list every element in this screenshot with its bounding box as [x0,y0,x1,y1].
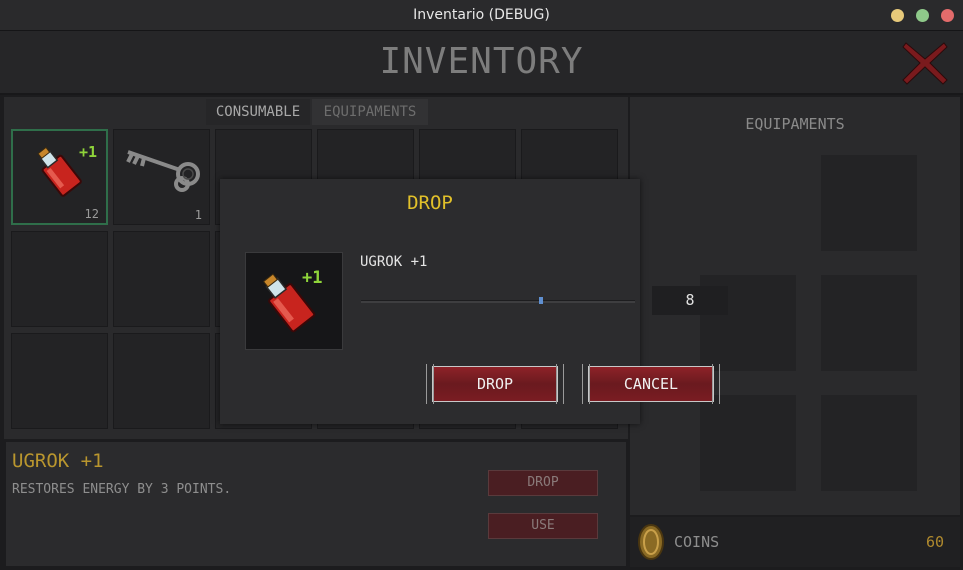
svg-text:+1: +1 [79,143,97,161]
equipment-slot[interactable] [821,395,917,491]
key-icon [126,150,200,192]
coins-label: COINS [674,533,720,551]
inventory-slot[interactable] [113,231,210,327]
window-titlebar: Inventario (DEBUG) [0,0,963,31]
coins-bar: COINS 60 [630,517,960,567]
dialog-item-name: UGROK +1 [360,254,428,270]
dialog-title: DROP [407,192,453,214]
inventory-slot[interactable]: 1 [113,129,210,225]
window-close-button[interactable] [941,9,954,22]
window-title: Inventario (DEBUG) [413,7,550,23]
red-potion-icon: +1 [37,143,97,197]
quantity-slider-handle[interactable] [539,297,543,304]
equipment-slot[interactable] [700,395,796,491]
quantity-slider[interactable] [361,300,635,303]
tab-consumable[interactable]: CONSUMABLE [206,99,310,125]
drop-dialog: DROP +1 UGROK +1 8 DROP CANCEL [220,179,728,424]
close-icon[interactable] [900,39,950,87]
minimize-button[interactable] [891,9,904,22]
page-title: INVENTORY [379,41,584,82]
quantity-field[interactable]: 8 [652,286,728,315]
dialog-drop-button[interactable]: DROP [426,364,564,404]
tab-equipaments[interactable]: EQUIPAMENTS [312,99,428,125]
equipment-slot[interactable] [821,155,917,251]
drop-button[interactable]: DROP [488,470,598,496]
equipment-slot[interactable] [821,275,917,371]
inventory-header: INVENTORY [0,31,963,95]
item-description: RESTORES ENERGY BY 3 POINTS. [12,482,232,497]
svg-text:+1: +1 [302,268,322,288]
inventory-slot[interactable]: +1 12 [11,129,108,225]
dialog-cancel-label: CANCEL [623,375,679,393]
item-count: 12 [84,207,99,221]
inventory-slot[interactable] [11,231,108,327]
use-button[interactable]: USE [488,513,598,539]
equipment-title: EQUIPAMENTS [745,115,845,133]
item-name: UGROK +1 [12,450,104,472]
coin-icon [638,524,664,560]
dialog-drop-label: DROP [476,375,514,393]
maximize-button[interactable] [916,9,929,22]
item-info-panel: UGROK +1 RESTORES ENERGY BY 3 POINTS. DR… [6,442,626,566]
inventory-slot[interactable] [113,333,210,429]
red-potion-icon: +1 [262,268,322,333]
inventory-slot[interactable] [11,333,108,429]
coins-value: 60 [925,533,944,551]
item-preview: +1 [245,252,343,350]
item-count: 1 [194,208,202,222]
dialog-cancel-button[interactable]: CANCEL [582,364,720,404]
